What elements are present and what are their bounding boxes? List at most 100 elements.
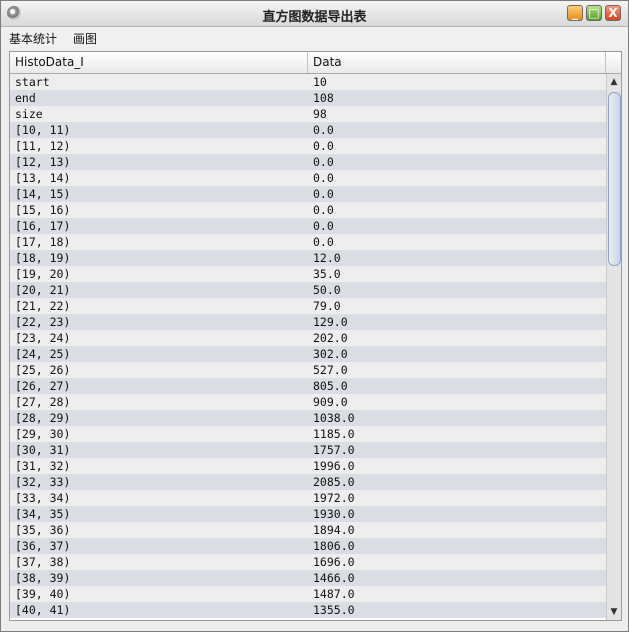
table-row[interactable]: [36, 37) 1806.0 xyxy=(10,538,606,554)
data-value-cell: 527.0 xyxy=(313,363,348,377)
bin-label-cell: [32, 33) xyxy=(15,475,71,489)
bin-label-cell: [17, 18) xyxy=(15,235,71,249)
table-row[interactable]: [14, 15) 0.0 xyxy=(10,186,606,202)
bin-label-cell: [11, 12) xyxy=(15,139,71,153)
table-row[interactable]: end 108 xyxy=(10,90,606,106)
bin-label-cell: [39, 40) xyxy=(15,587,71,601)
table-row[interactable]: [37, 38) 1696.0 xyxy=(10,554,606,570)
bin-label-cell: [25, 26) xyxy=(15,363,71,377)
bin-label-cell: [12, 13) xyxy=(15,155,71,169)
bin-label-cell: [33, 34) xyxy=(15,491,71,505)
bin-label-cell: [30, 31) xyxy=(15,443,71,457)
data-value-cell: 79.0 xyxy=(313,299,341,313)
data-value-cell: 1972.0 xyxy=(313,491,355,505)
table-row[interactable]: [18, 19) 12.0 xyxy=(10,250,606,266)
table-row[interactable]: [23, 24) 202.0 xyxy=(10,330,606,346)
data-value-cell: 0.0 xyxy=(313,235,334,249)
data-value-cell: 302.0 xyxy=(313,347,348,361)
table-row[interactable]: [31, 32) 1996.0 xyxy=(10,458,606,474)
bin-label-cell: [23, 24) xyxy=(15,331,71,345)
table-row[interactable]: [34, 35) 1930.0 xyxy=(10,506,606,522)
data-value-cell: 98 xyxy=(313,107,327,121)
table-row[interactable]: [40, 41) 1355.0 xyxy=(10,602,606,618)
data-value-cell: 0.0 xyxy=(313,123,334,137)
table-row[interactable]: [35, 36) 1894.0 xyxy=(10,522,606,538)
table-row[interactable]: [13, 14) 0.0 xyxy=(10,170,606,186)
data-value-cell: 1487.0 xyxy=(313,587,355,601)
table-row[interactable]: [17, 18) 0.0 xyxy=(10,234,606,250)
table-row[interactable]: [15, 16) 0.0 xyxy=(10,202,606,218)
data-value-cell: 1930.0 xyxy=(313,507,355,521)
bin-label-cell: [38, 39) xyxy=(15,571,71,585)
table-row[interactable]: [29, 30) 1185.0 xyxy=(10,426,606,442)
table-row[interactable]: [39, 40) 1487.0 xyxy=(10,586,606,602)
maximize-button[interactable]: □ xyxy=(586,5,602,21)
table-row[interactable]: start 10 xyxy=(10,74,606,90)
menu-plot[interactable]: 画图 xyxy=(73,30,97,47)
bin-label-cell: [10, 11) xyxy=(15,123,71,137)
bin-label-cell: [20, 21) xyxy=(15,283,71,297)
data-value-cell: 1355.0 xyxy=(313,603,355,617)
data-value-cell: 805.0 xyxy=(313,379,348,393)
table-row[interactable]: [16, 17) 0.0 xyxy=(10,218,606,234)
bin-label-cell: [19, 20) xyxy=(15,267,71,281)
scroll-down-icon[interactable]: ▼ xyxy=(607,604,621,620)
table-row[interactable]: [38, 39) 1466.0 xyxy=(10,570,606,586)
data-value-cell: 35.0 xyxy=(313,267,341,281)
bin-label-cell: [24, 25) xyxy=(15,347,71,361)
vertical-scrollbar[interactable]: ▲ ▼ xyxy=(606,74,621,620)
bin-label-cell: [36, 37) xyxy=(15,539,71,553)
table-row[interactable]: [22, 23) 129.0 xyxy=(10,314,606,330)
data-value-cell: 1696.0 xyxy=(313,555,355,569)
menu-bar: 基本统计 画图 xyxy=(1,27,628,47)
data-value-cell: 202.0 xyxy=(313,331,348,345)
bin-label-cell: [37, 38) xyxy=(15,555,71,569)
data-value-cell: 0.0 xyxy=(313,171,334,185)
minimize-button[interactable]: _ xyxy=(567,5,583,21)
data-value-cell: 1038.0 xyxy=(313,411,355,425)
table-row[interactable]: [26, 27) 805.0 xyxy=(10,378,606,394)
table-row[interactable]: [33, 34) 1972.0 xyxy=(10,490,606,506)
table-row[interactable]: size 98 xyxy=(10,106,606,122)
bin-label-cell: [18, 19) xyxy=(15,251,71,265)
data-value-cell: 108 xyxy=(313,91,334,105)
table-row[interactable]: [12, 13) 0.0 xyxy=(10,154,606,170)
bin-label-cell: [21, 22) xyxy=(15,299,71,313)
title-bar[interactable]: 直方图数据导出表 _ □ X xyxy=(1,1,628,27)
table-row[interactable]: [24, 25) 302.0 xyxy=(10,346,606,362)
data-value-cell: 50.0 xyxy=(313,283,341,297)
column-header-data[interactable]: Data xyxy=(308,52,606,73)
table-row[interactable]: [20, 21) 50.0 xyxy=(10,282,606,298)
data-value-cell: 129.0 xyxy=(313,315,348,329)
data-value-cell: 1466.0 xyxy=(313,571,355,585)
scroll-thumb[interactable] xyxy=(608,92,621,266)
table-row[interactable]: [10, 11) 0.0 xyxy=(10,122,606,138)
data-value-cell: 1806.0 xyxy=(313,539,355,553)
data-value-cell: 12.0 xyxy=(313,251,341,265)
table-row[interactable]: [21, 22) 79.0 xyxy=(10,298,606,314)
table-row[interactable]: [27, 28) 909.0 xyxy=(10,394,606,410)
bin-label-cell: [29, 30) xyxy=(15,427,71,441)
bin-label-cell: [28, 29) xyxy=(15,411,71,425)
table-row[interactable]: [32, 33) 2085.0 xyxy=(10,474,606,490)
table-row[interactable]: [25, 26) 527.0 xyxy=(10,362,606,378)
table-row[interactable]: [19, 20) 35.0 xyxy=(10,266,606,282)
data-value-cell: 0.0 xyxy=(313,187,334,201)
table-body: start 10 end 108 size 98 [10, 11) 0.0 [11, 12) 0.… xyxy=(10,74,606,620)
bin-label-cell: [34, 35) xyxy=(15,507,71,521)
histogram-export-window: 直方图数据导出表 _ □ X 基本统计 画图 HistoData_I Data … xyxy=(0,0,629,632)
data-value-cell: 0.0 xyxy=(313,203,334,217)
table-row[interactable]: [30, 31) 1757.0 xyxy=(10,442,606,458)
table-row[interactable]: [28, 29) 1038.0 xyxy=(10,410,606,426)
column-header-histodata[interactable]: HistoData_I xyxy=(10,52,308,73)
scroll-up-icon[interactable]: ▲ xyxy=(607,74,621,90)
table-row[interactable]: [11, 12) 0.0 xyxy=(10,138,606,154)
data-value-cell: 0.0 xyxy=(313,219,334,233)
bin-label-cell: end xyxy=(15,91,36,105)
bin-label-cell: size xyxy=(15,107,43,121)
data-value-cell: 1996.0 xyxy=(313,459,355,473)
menu-basic-statistics[interactable]: 基本统计 xyxy=(9,30,57,47)
close-button[interactable]: X xyxy=(605,5,621,21)
window-title: 直方图数据导出表 xyxy=(262,10,367,25)
data-value-cell: 1757.0 xyxy=(313,443,355,457)
